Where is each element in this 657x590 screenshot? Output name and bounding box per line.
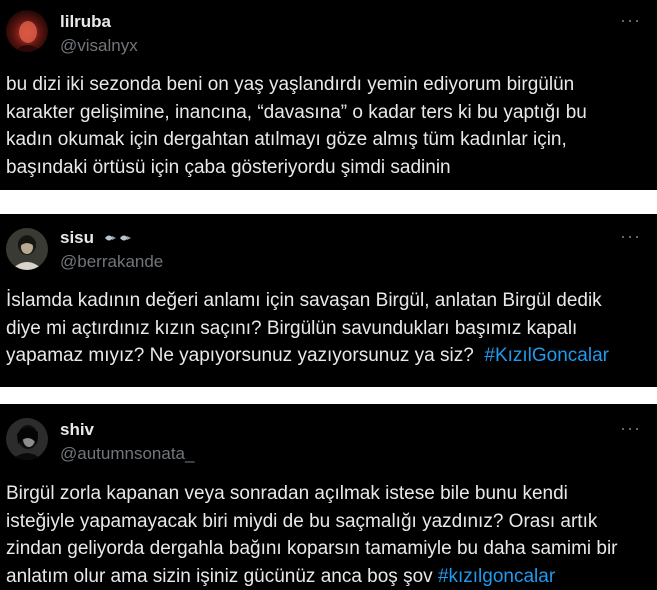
user-handle[interactable]: @autumnsonata_ (60, 444, 194, 464)
tweet-text-line: diye mi açtırdınız kızın saçını? Birgülü… (6, 317, 578, 339)
tweet-text-line: isteğiyle yapamayacak biri miydi de bu s… (6, 510, 598, 532)
more-horizontal-icon[interactable]: ··· (620, 418, 641, 439)
tweet-text-line: başındaki örtüsü için çaba gösteriyordu … (6, 156, 451, 178)
tweet-text-segment: yapamaz mıyız? Ne yapıyorsunuz yazıyorsu… (6, 345, 474, 366)
more-horizontal-icon[interactable]: ··· (620, 226, 641, 247)
tweet-text: Birgül zorla kapanan veya sonradan açılm… (6, 480, 637, 590)
avatar[interactable] (6, 10, 48, 52)
tweet-text-line: İslamda kadının değeri anlamı için savaş… (6, 290, 602, 311)
user-handle[interactable]: @visalnyx (60, 36, 138, 56)
tweet-text-line: karakter gelişimine, inancına, “davasına… (6, 101, 587, 123)
user-handle[interactable]: @berrakande (60, 252, 163, 272)
display-name-row[interactable]: sisu (60, 228, 133, 249)
more-horizontal-icon[interactable]: ··· (620, 10, 641, 31)
tweet-text-line: kadın okumak için dergahtan atılmayı göz… (6, 129, 567, 150)
tweet-card[interactable]: shiv @autumnsonata_ ··· Birgül zorla kap… (0, 404, 657, 590)
screenshot-collage: lilruba @visalnyx ··· bu dizi iki sezond… (0, 0, 657, 590)
sparkle-emoji-icon (103, 229, 133, 249)
avatar[interactable] (6, 418, 48, 460)
display-name[interactable]: shiv (60, 420, 94, 440)
tweet-text-line: zindan geliyorda dergahla bağını koparsı… (6, 538, 618, 559)
avatar[interactable] (6, 228, 48, 270)
tweet-card[interactable]: sisu @berrakande ··· İslamda kadının değ… (0, 214, 657, 387)
hashtag-link[interactable]: #kızılgoncalar (438, 566, 555, 587)
display-name[interactable]: sisu (60, 228, 94, 247)
tweet-text: İslamda kadının değeri anlamı için savaş… (6, 287, 637, 370)
tweet-text-line: bu dizi iki sezonda beni on yaş yaşlandı… (6, 74, 575, 95)
tweet-text-line: Birgül zorla kapanan veya sonradan açılm… (6, 483, 568, 504)
tweet-card[interactable]: lilruba @visalnyx ··· bu dizi iki sezond… (0, 0, 657, 190)
hashtag-link[interactable]: #KızılGoncalar (484, 345, 609, 366)
tweet-text-segment: anlatım olur ama sizin işiniz gücünüz an… (6, 565, 433, 587)
display-name[interactable]: lilruba (60, 12, 111, 32)
tweet-text-line: yapamaz mıyız? Ne yapıyorsunuz yazıyorsu… (6, 342, 637, 370)
tweet-text: bu dizi iki sezonda beni on yaş yaşlandı… (6, 71, 637, 181)
tweet-text-line: anlatım olur ama sizin işiniz gücünüz an… (6, 563, 637, 590)
